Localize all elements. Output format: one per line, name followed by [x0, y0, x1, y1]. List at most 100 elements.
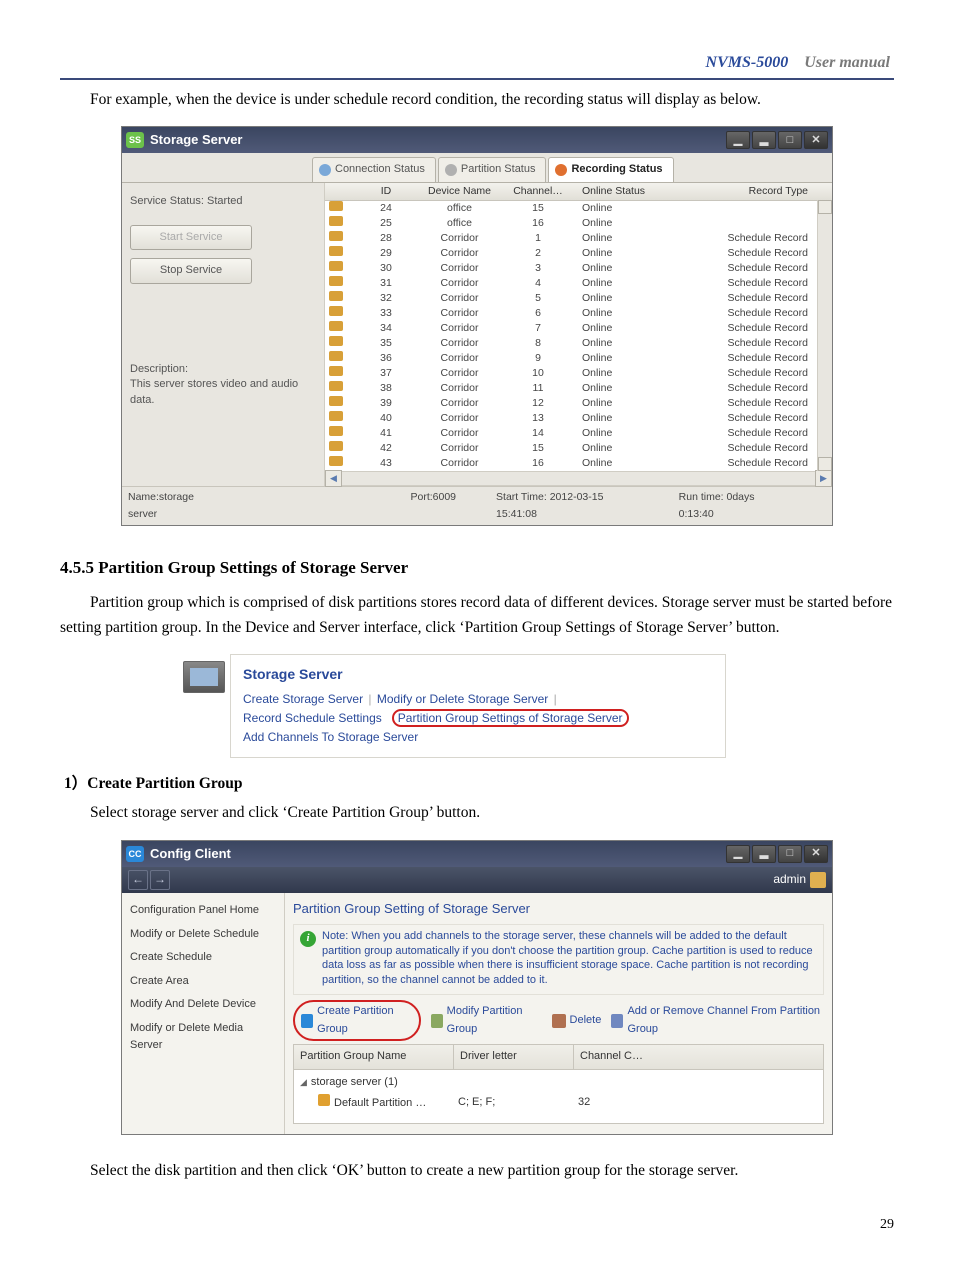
table-header: ID Device Name Channel… Online Status Re… [325, 183, 832, 201]
storage-server-links-block: Storage Server Create Storage Server | M… [230, 654, 726, 758]
tab-label: Recording Status [571, 161, 662, 179]
table-row[interactable]: 30Corridor3OnlineSchedule Record [325, 261, 832, 276]
disk-icon [445, 164, 457, 176]
horizontal-scrollbar[interactable]: ◀ ▶ [325, 471, 832, 486]
partition-channel-count: 32 [578, 1094, 817, 1113]
link-icon [611, 1014, 623, 1028]
ss-tabs: Connection Status Partition Status Recor… [122, 153, 832, 183]
restore-down-icon[interactable]: ▁ [726, 131, 750, 149]
pencil-icon [431, 1014, 443, 1028]
note-text: Note: When you add channels to the stora… [322, 929, 817, 988]
sidebar-item-create-area[interactable]: Create Area [128, 970, 278, 994]
sidebar-item-modify-delete-media-server[interactable]: Modify or Delete Media Server [128, 1017, 278, 1058]
camera-icon [329, 336, 343, 346]
col-partition-group-name[interactable]: Partition Group Name [294, 1045, 454, 1069]
close-icon[interactable]: ✕ [804, 131, 828, 149]
tree-partition-row[interactable]: Default Partition … C; E; F; 32 [300, 1091, 817, 1113]
table-row[interactable]: 39Corridor12OnlineSchedule Record [325, 396, 832, 411]
minimize-icon[interactable]: ▂ [752, 845, 776, 863]
table-row[interactable]: 33Corridor6OnlineSchedule Record [325, 306, 832, 321]
table-row[interactable]: 25office16Online [325, 216, 832, 231]
description-label: Description: [130, 362, 316, 377]
col-id[interactable]: ID [351, 183, 421, 200]
sidebar-item-modify-delete-schedule[interactable]: Modify or Delete Schedule [128, 923, 278, 947]
table-row[interactable]: 37Corridor10OnlineSchedule Record [325, 366, 832, 381]
table-row[interactable]: 34Corridor7OnlineSchedule Record [325, 321, 832, 336]
note-box: i Note: When you add channels to the sto… [293, 924, 824, 995]
ss-app-icon: SS [126, 132, 144, 148]
col-driver-letter[interactable]: Driver letter [454, 1045, 574, 1069]
link-modify-delete-storage-server[interactable]: Modify or Delete Storage Server [377, 692, 548, 706]
cc-title: Config Client [150, 844, 231, 865]
table-row[interactable]: 24office15Online [325, 201, 832, 216]
table-row[interactable]: 38Corridor11OnlineSchedule Record [325, 381, 832, 396]
link-add-channels[interactable]: Add Channels To Storage Server [243, 730, 418, 744]
camera-icon [329, 396, 343, 406]
tab-partition-status[interactable]: Partition Status [438, 157, 547, 182]
col-online-status[interactable]: Online Status [578, 183, 688, 200]
tb-label: Delete [570, 1012, 602, 1030]
stop-service-button[interactable]: Stop Service [130, 258, 252, 284]
close-icon[interactable]: ✕ [804, 845, 828, 863]
link-create-storage-server[interactable]: Create Storage Server [243, 692, 363, 706]
table-row[interactable]: 40Corridor13OnlineSchedule Record [325, 411, 832, 426]
user-name: admin [773, 870, 806, 889]
ss-titlebar: SS Storage Server ▁ ▂ □ ✕ [122, 127, 832, 153]
cc-navbar: ← → admin [122, 867, 832, 893]
restore-down-icon[interactable]: ▁ [726, 845, 750, 863]
camera-icon [329, 411, 343, 421]
globe-icon [319, 164, 331, 176]
table-row[interactable]: 41Corridor14OnlineSchedule Record [325, 426, 832, 441]
product-name: NVMS-5000 [706, 54, 789, 71]
link-record-schedule-settings[interactable]: Record Schedule Settings [243, 711, 382, 725]
storage-server-window: SS Storage Server ▁ ▂ □ ✕ Connection Sta… [121, 126, 833, 525]
table-row[interactable]: 42Corridor15OnlineSchedule Record [325, 441, 832, 456]
page-number: 29 [60, 1214, 894, 1236]
vertical-scrollbar[interactable] [817, 200, 832, 471]
tab-connection-status[interactable]: Connection Status [312, 157, 436, 182]
table-row[interactable]: 28Corridor1OnlineSchedule Record [325, 231, 832, 246]
camera-icon [329, 441, 343, 451]
chevron-left-icon[interactable]: ◀ [325, 470, 342, 487]
add-remove-channel-button[interactable]: Add or Remove Channel From Partition Gro… [611, 1003, 824, 1038]
table-row[interactable]: 35Corridor8OnlineSchedule Record [325, 336, 832, 351]
maximize-icon[interactable]: □ [778, 845, 802, 863]
chevron-right-icon[interactable]: ▶ [815, 470, 832, 487]
table-row[interactable]: 31Corridor4OnlineSchedule Record [325, 276, 832, 291]
nav-back-button[interactable]: ← [128, 870, 148, 890]
col-record-type[interactable]: Record Type [688, 183, 818, 200]
modify-partition-group-button[interactable]: Modify Partition Group [431, 1003, 542, 1038]
table-row[interactable]: 36Corridor9OnlineSchedule Record [325, 351, 832, 366]
tb-label: Add or Remove Channel From Partition Gro… [627, 1003, 824, 1038]
col-channel-count[interactable]: Channel C… [574, 1045, 823, 1069]
camera-icon [329, 366, 343, 376]
recording-status-table: ID Device Name Channel… Online Status Re… [325, 183, 832, 486]
avatar-icon[interactable] [810, 872, 826, 888]
link-partition-group-settings[interactable]: Partition Group Settings of Storage Serv… [392, 709, 629, 727]
sidebar-item-config-home[interactable]: Configuration Panel Home [128, 899, 278, 923]
cc-toolbar: Create Partition Group Modify Partition … [293, 1000, 824, 1041]
tab-recording-status[interactable]: Recording Status [548, 157, 673, 182]
status-name: Name:storage server [128, 489, 260, 523]
nav-forward-button[interactable]: → [150, 870, 170, 890]
start-service-button[interactable]: Start Service [130, 225, 252, 251]
camera-icon [329, 306, 343, 316]
sidebar-item-modify-delete-device[interactable]: Modify And Delete Device [128, 993, 278, 1017]
sidebar-item-create-schedule[interactable]: Create Schedule [128, 946, 278, 970]
camera-icon [329, 231, 343, 241]
sub-paragraph-tail: Select the disk partition and then click… [60, 1159, 894, 1184]
col-device-name[interactable]: Device Name [421, 183, 498, 200]
col-channel[interactable]: Channel… [498, 183, 578, 200]
minimize-icon[interactable]: ▂ [752, 131, 776, 149]
table-row[interactable]: 43Corridor16OnlineSchedule Record [325, 456, 832, 471]
camera-icon [329, 426, 343, 436]
config-client-window: CC Config Client ▁ ▂ □ ✕ ← → admin Confi… [121, 840, 833, 1135]
table-row[interactable]: 29Corridor2OnlineSchedule Record [325, 246, 832, 261]
create-partition-group-button[interactable]: Create Partition Group [293, 1000, 421, 1041]
ss-statusbar: Name:storage server Port:6009 Start Time… [122, 486, 832, 525]
table-row[interactable]: 32Corridor5OnlineSchedule Record [325, 291, 832, 306]
delete-button[interactable]: Delete [552, 1012, 602, 1030]
maximize-icon[interactable]: □ [778, 131, 802, 149]
tree-server-node[interactable]: storage server (1) [300, 1074, 817, 1092]
tb-label: Create Partition Group [317, 1003, 412, 1038]
